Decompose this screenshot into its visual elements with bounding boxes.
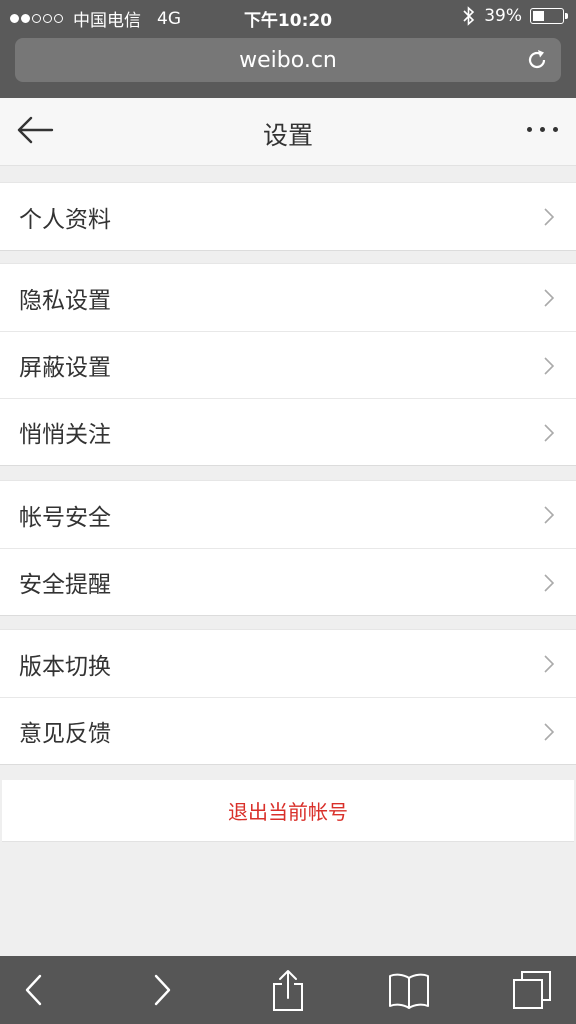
status-right: 39% (462, 6, 568, 26)
bookmarks-icon[interactable] (387, 968, 431, 1012)
chevron-right-icon (544, 723, 554, 741)
status-bar: 中国电信 4G 下午10:20 39% (0, 0, 576, 32)
battery-icon (530, 8, 568, 24)
battery-percent: 39% (484, 6, 522, 26)
forward-icon[interactable] (140, 968, 184, 1012)
browser-address-area: weibo.cn (0, 32, 576, 98)
chevron-right-icon (544, 506, 554, 524)
settings-item-label: 版本切换 (19, 653, 111, 680)
bluetooth-icon (463, 6, 475, 26)
settings-item-version-switch[interactable]: 版本切换 (0, 630, 576, 697)
logout-button[interactable]: 退出当前帐号 (2, 780, 574, 842)
settings-item-account-security[interactable]: 帐号安全 (0, 481, 576, 548)
back-icon[interactable] (12, 968, 56, 1012)
chevron-right-icon (544, 655, 554, 673)
settings-group-profile: 个人资料 (0, 182, 576, 251)
reload-icon[interactable] (525, 48, 549, 72)
settings-item-label: 帐号安全 (19, 504, 111, 531)
chevron-right-icon (544, 574, 554, 592)
settings-item-feedback[interactable]: 意见反馈 (0, 697, 576, 764)
settings-item-profile[interactable]: 个人资料 (0, 183, 576, 250)
settings-item-label: 悄悄关注 (19, 422, 111, 448)
settings-item-label: 屏蔽设置 (19, 355, 111, 381)
tabs-icon[interactable] (510, 968, 554, 1012)
settings-item-block[interactable]: 屏蔽设置 (0, 331, 576, 398)
settings-group-other: 版本切换 意见反馈 (0, 629, 576, 765)
chevron-right-icon (544, 424, 554, 442)
settings-item-privacy[interactable]: 隐私设置 (0, 264, 576, 331)
settings-item-security-alert[interactable]: 安全提醒 (0, 548, 576, 615)
url-bar[interactable]: weibo.cn (15, 38, 561, 82)
settings-item-label: 个人资料 (19, 206, 111, 233)
chevron-right-icon (544, 357, 554, 375)
url-text: weibo.cn (239, 47, 337, 73)
page-title: 设置 (262, 121, 313, 150)
settings-item-label: 意见反馈 (19, 721, 111, 747)
more-dots-icon[interactable] (527, 127, 558, 132)
page-header: 设置 (0, 98, 576, 166)
browser-toolbar (0, 956, 576, 1024)
settings-group-security: 帐号安全 安全提醒 (0, 480, 576, 616)
chevron-right-icon (544, 289, 554, 307)
settings-item-secret-follow[interactable]: 悄悄关注 (0, 398, 576, 465)
settings-group-privacy: 隐私设置 屏蔽设置 悄悄关注 (0, 263, 576, 466)
share-icon[interactable] (266, 968, 310, 1012)
settings-item-label: 隐私设置 (19, 287, 111, 314)
settings-item-label: 安全提醒 (19, 572, 111, 598)
chevron-right-icon (544, 208, 554, 226)
logout-label: 退出当前帐号 (228, 800, 348, 824)
